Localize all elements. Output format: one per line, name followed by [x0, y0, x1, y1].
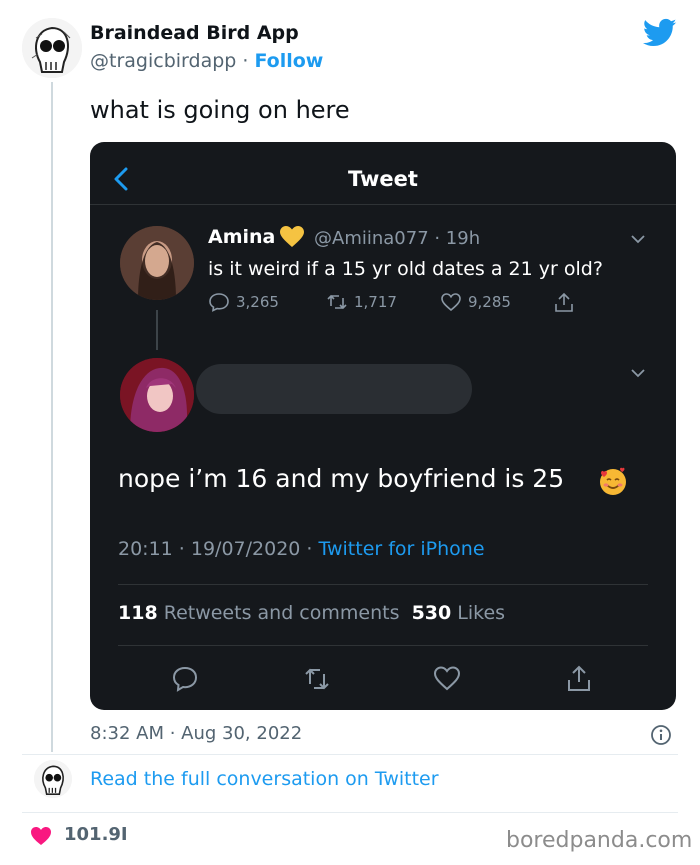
reply-thread-line: [156, 310, 158, 350]
embedded-title: Tweet: [348, 167, 418, 191]
like-count: 9,285: [468, 293, 511, 311]
heart-icon: [433, 666, 461, 691]
avatar-small: [34, 760, 72, 798]
smiling-hearts-emoji-icon: [600, 467, 626, 495]
embedded-screenshot[interactable]: Tweet Amina @Amiina077 · 19h is it weird…: [90, 142, 676, 710]
tweet-meta: 20:11 · 19/07/2020 · Twitter for iPhone: [118, 538, 485, 560]
likes-label: Likes: [457, 602, 506, 624]
reply-icon: [209, 293, 229, 312]
amina-handle-time: @Amiina077 · 19h: [314, 228, 481, 249]
watermark: boredpanda.com: [506, 828, 693, 853]
divider: [22, 754, 678, 755]
tweet-timestamp[interactable]: 8:32 AM · Aug 30, 2022: [90, 723, 302, 744]
thread-line: [51, 82, 53, 752]
display-name[interactable]: Braindead Bird App: [90, 22, 299, 44]
amina-avatar: [120, 226, 194, 300]
retweets-count: 118: [118, 602, 158, 624]
redacted-name: [196, 364, 472, 414]
reply-text: nope i’m 16 and my boyfriend is 25: [118, 464, 565, 493]
like-heart-icon[interactable]: [30, 826, 52, 846]
divider: [118, 584, 648, 585]
like-count: 101.9I: [64, 824, 128, 845]
user-handle[interactable]: @tragicbirdapp: [90, 50, 236, 72]
follow-button[interactable]: Follow: [254, 50, 323, 72]
tweet-text: what is going on here: [90, 96, 350, 124]
reply-count: 3,265: [236, 293, 279, 311]
share-icon: [568, 665, 590, 691]
twitter-bird-icon[interactable]: [643, 18, 677, 48]
avatar[interactable]: [22, 18, 82, 78]
skull-avatar-icon: [22, 18, 82, 78]
engagement-counts: 118 Retweets and comments 530 Likes: [118, 602, 505, 624]
yellow-heart-icon: [280, 226, 304, 247]
reply-icon: [172, 666, 198, 692]
retweet-icon: [327, 294, 347, 310]
retweet-icon: [305, 668, 329, 690]
tweet-time: 20:11 · 19/07/2020 ·: [118, 538, 319, 560]
read-conversation-link[interactable]: Read the full conversation on Twitter: [90, 768, 439, 790]
divider: [118, 645, 648, 646]
original-tweet-text: is it weird if a 15 yr old dates a 21 yr…: [208, 258, 603, 280]
reply-avatar: [120, 358, 194, 432]
divider: [22, 812, 678, 813]
skull-avatar-icon: [34, 760, 72, 798]
chevron-down-icon: [631, 235, 645, 244]
profile-photo-icon: [120, 358, 194, 432]
like-stat: 9,285: [440, 292, 511, 312]
separator: ·: [236, 50, 255, 72]
source-link: Twitter for iPhone: [318, 538, 485, 560]
retweets-label: Retweets and comments: [163, 602, 400, 624]
likes-count: 530: [411, 602, 452, 624]
reply-stat: 3,265: [208, 292, 279, 312]
retweet-count: 1,717: [354, 293, 397, 311]
handle-row: @tragicbirdapp · Follow: [90, 50, 323, 72]
divider: [90, 204, 676, 205]
profile-photo-icon: [120, 226, 194, 300]
amina-name: Amina: [208, 226, 276, 248]
heart-icon: [441, 293, 461, 312]
retweet-stat: 1,717: [326, 292, 397, 312]
chevron-down-icon: [631, 369, 645, 378]
info-icon[interactable]: [650, 724, 672, 746]
share-icon: [555, 292, 573, 312]
